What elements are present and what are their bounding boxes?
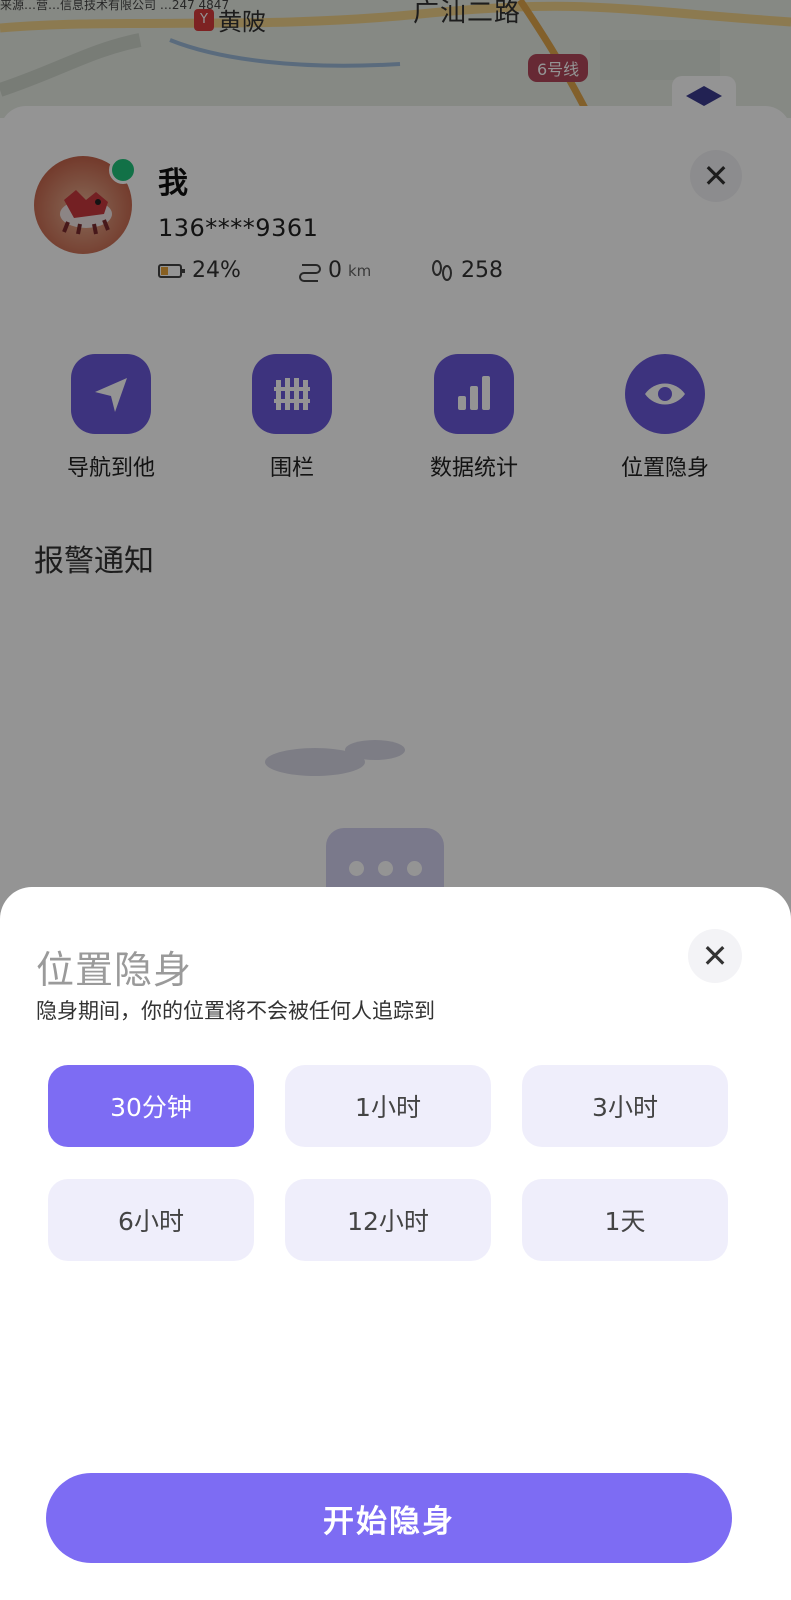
duration-options: 30分钟 1小时 3小时 6小时 12小时 1天 — [48, 1065, 738, 1261]
duration-option-6h[interactable]: 6小时 — [48, 1179, 254, 1261]
duration-option-1h[interactable]: 1小时 — [285, 1065, 491, 1147]
sheet-close-button[interactable]: ✕ — [688, 929, 742, 983]
stealth-bottom-sheet: 位置隐身 隐身期间，你的位置将不会被任何人追踪到 ✕ 30分钟 1小时 3小时 … — [0, 887, 791, 1600]
start-stealth-button[interactable]: 开始隐身 — [46, 1473, 732, 1563]
close-icon: ✕ — [701, 937, 729, 975]
sheet-title: 位置隐身 — [36, 948, 193, 992]
duration-option-30min[interactable]: 30分钟 — [48, 1065, 254, 1147]
duration-option-12h[interactable]: 12小时 — [285, 1179, 491, 1261]
duration-option-1d[interactable]: 1天 — [522, 1179, 728, 1261]
sheet-description: 隐身期间，你的位置将不会被任何人追踪到 — [36, 999, 435, 1023]
duration-option-3h[interactable]: 3小时 — [522, 1065, 728, 1147]
